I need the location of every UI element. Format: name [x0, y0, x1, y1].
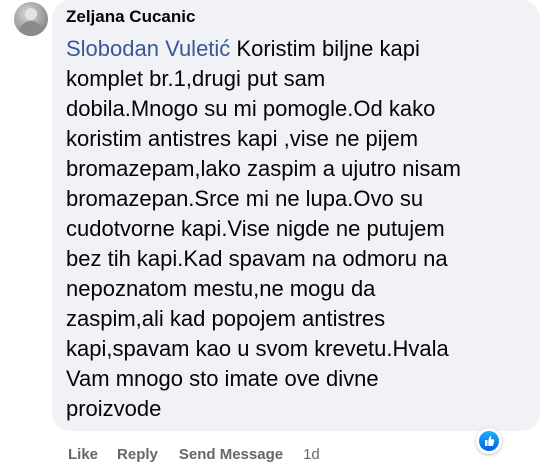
comment-line: nepoznatom mestu,ne mogu da [66, 276, 376, 301]
avatar-shoulders [19, 21, 43, 36]
comment-line: bromazepam,lako zaspim a ujutro nisam [66, 156, 461, 181]
send-message-button[interactable]: Send Message [179, 446, 283, 463]
reply-button[interactable]: Reply [117, 446, 158, 463]
comment-author[interactable]: Zeljana Cucanic [66, 7, 195, 27]
comment-line: Koristim biljne kapi [230, 36, 420, 61]
avatar-head [25, 8, 37, 20]
comment-line: koristim antistres kapi ,vise ne pijem [66, 126, 419, 151]
comment-line: cudotvorne kapi.Vise nigde ne putujem [66, 216, 445, 241]
comment-actions: Like Reply Send Message 1d [68, 444, 320, 464]
comment-line: bromazepan.Srce mi ne lupa.Ovo su [66, 186, 424, 211]
comment-line: proizvode [66, 396, 162, 421]
like-button[interactable]: Like [68, 446, 98, 463]
avatar[interactable] [14, 2, 48, 36]
comment-line: bez tih kapi.Kad spavam na odmoru na [66, 246, 448, 271]
comment-line: Vam mnogo sto imate ove divne [66, 366, 379, 391]
comment-line: zaspim,ali kad popojem antistres [66, 306, 386, 331]
comment-container: Zeljana Cucanic Slobodan Vuletić Koristi… [0, 0, 545, 467]
like-reaction-icon[interactable] [476, 428, 502, 454]
comment-line: dobila.Mnogo su mi pomogle.Od kako [66, 96, 436, 121]
mention-link[interactable]: Slobodan Vuletić [66, 36, 230, 61]
comment-text: Slobodan Vuletić Koristim biljne kapi ko… [66, 34, 536, 424]
comment-bubble: Zeljana Cucanic Slobodan Vuletić Koristi… [52, 0, 540, 431]
comment-line: komplet br.1,drugi put sam [66, 66, 326, 91]
comment-line: kapi,spavam kao u svom krevetu.Hvala [66, 336, 449, 361]
comment-timestamp[interactable]: 1d [303, 446, 320, 463]
thumbs-up-icon [485, 435, 495, 446]
